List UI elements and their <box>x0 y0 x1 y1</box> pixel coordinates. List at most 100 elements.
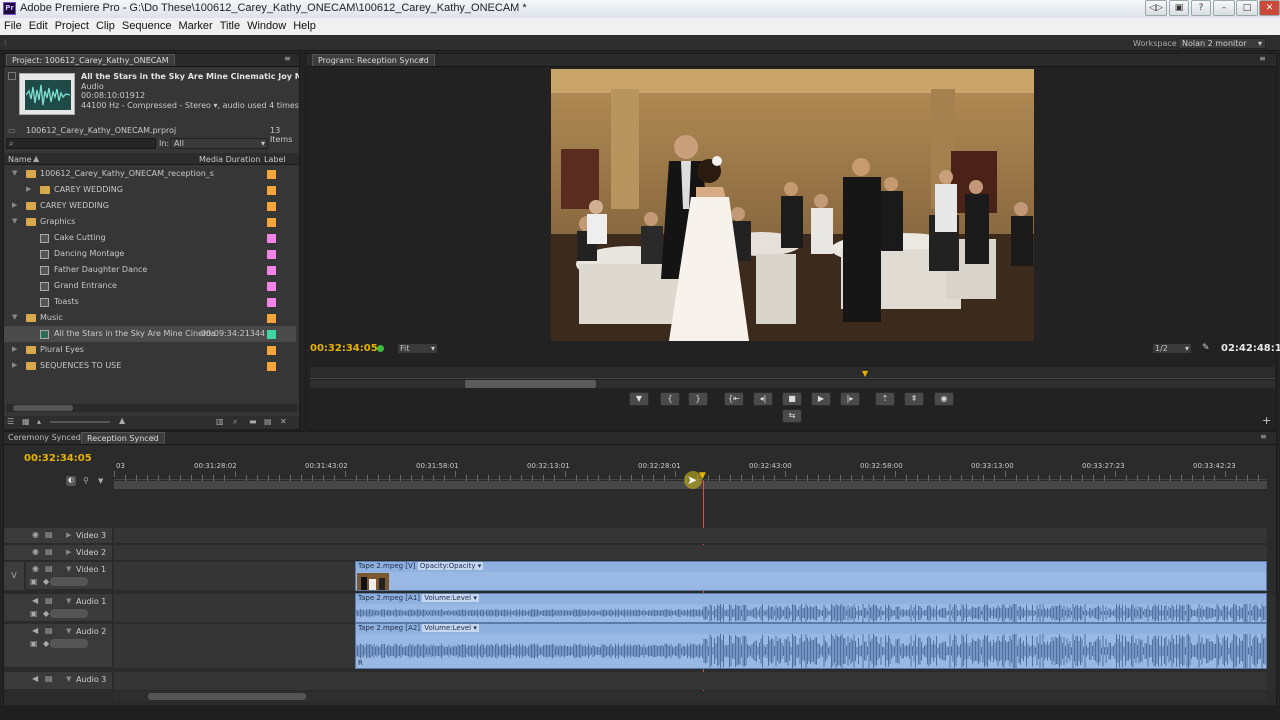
label-color-swatch[interactable] <box>267 170 276 179</box>
project-scrollbar[interactable] <box>7 404 297 412</box>
lock-icon[interactable]: ▤ <box>45 530 53 539</box>
settings-wrench-icon[interactable]: ✎ <box>1202 343 1210 353</box>
lane-video2[interactable] <box>114 545 1267 561</box>
eye-icon[interactable]: ◉ <box>32 564 39 573</box>
keyframe-icon[interactable]: ◆ <box>43 577 49 586</box>
menu-file[interactable]: File <box>0 18 25 32</box>
lift-button[interactable]: ⇡ <box>875 392 895 406</box>
collapse-icon[interactable]: ▼ <box>66 597 71 605</box>
project-item[interactable]: Father Daughter Dance <box>4 262 296 278</box>
column-name[interactable]: Name <box>8 155 32 164</box>
label-color-swatch[interactable] <box>267 362 276 371</box>
zoom-out-icon[interactable]: ▴ <box>37 417 41 426</box>
mark-in-button[interactable]: { <box>660 392 680 406</box>
menu-help[interactable]: Help <box>289 18 319 32</box>
panel-menu-icon[interactable]: ≡ <box>284 54 291 63</box>
display-style-icon[interactable]: ▣ <box>30 609 38 618</box>
eye-icon[interactable]: ◉ <box>32 547 39 556</box>
timeline-vscroll[interactable] <box>1268 596 1276 690</box>
minimize-button[interactable]: – <box>1213 0 1235 16</box>
speaker-icon[interactable]: ◀ <box>32 596 38 605</box>
program-time-ruler[interactable]: ▼ <box>310 367 1275 379</box>
lock-icon[interactable]: ▤ <box>45 596 53 605</box>
clip-fx[interactable]: Volume:Level ▾ <box>422 624 479 632</box>
scroll-thumb[interactable] <box>13 405 73 411</box>
lane-video3[interactable] <box>114 528 1267 544</box>
label-color-swatch[interactable] <box>267 218 276 227</box>
maximize-button[interactable]: □ <box>1236 0 1258 16</box>
project-item[interactable]: ▶ Plural Eyes <box>4 342 296 358</box>
zoom-in-icon[interactable]: ▲ <box>119 416 125 425</box>
timeline-scroll-thumb[interactable] <box>148 693 306 700</box>
snap-icon[interactable]: ◐ <box>66 476 76 486</box>
column-label[interactable]: Label <box>264 155 286 164</box>
label-color-swatch[interactable] <box>267 282 276 291</box>
collapse-icon[interactable]: ▼ <box>66 565 71 573</box>
menu-window[interactable]: Window <box>243 18 289 32</box>
keyframe-icon[interactable]: ◆ <box>43 609 49 618</box>
collapse-icon[interactable]: ▼ <box>66 627 71 635</box>
trash-icon[interactable]: ✕ <box>280 417 287 426</box>
collapse-icon[interactable]: ▼ <box>12 169 17 177</box>
label-color-swatch[interactable] <box>267 234 276 243</box>
label-color-swatch[interactable] <box>267 266 276 275</box>
label-color-swatch[interactable] <box>267 250 276 259</box>
lane-audio3[interactable] <box>114 672 1267 690</box>
panel-menu-icon[interactable]: ≡ <box>1260 432 1267 441</box>
clip-audio1[interactable]: Tape 2.mpeg [A1] Volume:Level ▾ <box>355 593 1267 623</box>
display-style-icon[interactable]: ▣ <box>30 577 38 586</box>
workspace-select[interactable]: Nolan 2 monitor ▾ <box>1178 38 1266 49</box>
project-item[interactable]: ▼ Music <box>4 310 296 326</box>
back-forward-icon[interactable]: ◁▷ <box>1145 0 1167 16</box>
project-item[interactable]: ▼ 100612_Carey_Kathy_ONECAM_reception_s <box>4 166 296 182</box>
add-marker-icon[interactable]: ▼ <box>98 477 103 485</box>
program-tab[interactable]: Program: Reception Synced <box>312 54 435 66</box>
in-filter-select[interactable]: All ▾ <box>170 138 268 149</box>
zoom-bar-thumb[interactable] <box>465 380 596 388</box>
keyframe-nav[interactable] <box>50 609 88 618</box>
program-zoom-bar[interactable] <box>310 380 1275 388</box>
menu-edit[interactable]: Edit <box>25 18 51 32</box>
lock-icon[interactable]: ▤ <box>45 674 53 683</box>
new-bin-icon[interactable]: ▬ <box>249 417 257 426</box>
collapse-icon[interactable]: ▼ <box>12 313 17 321</box>
help-icon[interactable]: ? <box>1191 0 1211 16</box>
project-item[interactable]: ▶ CAREY WEDDING <box>4 198 296 214</box>
project-item[interactable]: Dancing Montage <box>4 246 296 262</box>
project-item[interactable]: ▼ Graphics <box>4 214 296 230</box>
find-icon[interactable]: ⌕ <box>233 417 237 427</box>
label-color-swatch[interactable] <box>267 186 276 195</box>
expand-icon[interactable]: ▶ <box>66 531 71 539</box>
expand-icon[interactable]: ▶ <box>12 345 17 353</box>
speaker-icon[interactable]: ◀ <box>32 626 38 635</box>
zoom-slider[interactable] <box>50 421 110 423</box>
clip-fx[interactable]: Volume:Level ▾ <box>422 594 479 602</box>
expand-icon[interactable]: ▶ <box>12 201 17 209</box>
menu-project[interactable]: Project <box>51 18 92 32</box>
panel-menu-icon[interactable]: ≡ <box>1259 54 1266 63</box>
display-style-icon[interactable]: ▣ <box>30 639 38 648</box>
lock-icon[interactable]: ▤ <box>45 547 53 556</box>
lock-icon[interactable]: ▤ <box>45 564 53 573</box>
keyframe-nav[interactable] <box>50 639 88 648</box>
menu-clip[interactable]: Clip <box>92 18 118 32</box>
project-item[interactable]: Grand Entrance <box>4 278 296 294</box>
tab-ceremony-synced[interactable]: Ceremony Synced <box>8 433 81 442</box>
collapse-icon[interactable]: ▼ <box>66 675 71 683</box>
automate-icon[interactable]: ▥ <box>216 417 224 426</box>
menu-marker[interactable]: Marker <box>174 18 215 32</box>
project-item[interactable]: ▶ CAREY WEDDING <box>4 182 296 198</box>
search-input[interactable]: ⌕ <box>6 138 156 149</box>
add-button-icon[interactable]: + <box>1262 414 1271 427</box>
export-frame-button[interactable]: ◉ <box>934 392 954 406</box>
add-marker-button[interactable]: ▼ <box>629 392 649 406</box>
program-timecode[interactable]: 00:32:34:05 <box>310 343 378 354</box>
linked-selection-icon[interactable]: ⚲ <box>83 476 89 485</box>
close-button[interactable]: ✕ <box>1259 0 1280 16</box>
play-thumbnail-icon[interactable] <box>8 72 16 80</box>
eye-icon[interactable]: ◉ <box>32 530 39 539</box>
label-color-swatch[interactable] <box>267 330 276 339</box>
list-view-icon[interactable]: ☰ <box>7 417 14 426</box>
menu-title[interactable]: Title <box>216 18 243 32</box>
column-duration[interactable]: Media Duration <box>199 155 260 164</box>
